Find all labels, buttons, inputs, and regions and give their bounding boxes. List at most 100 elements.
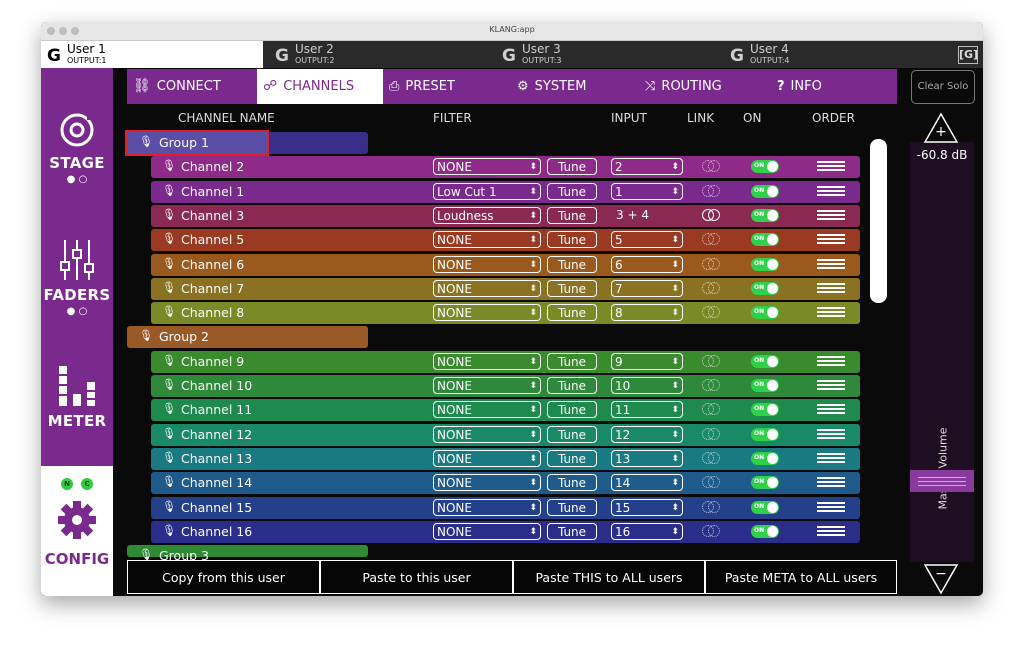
filter-select[interactable]: NONE ⬍ (433, 377, 541, 394)
tune-button[interactable]: Tune (547, 523, 597, 540)
sidebar-item-config[interactable]: N C CONFIG (41, 466, 113, 596)
input-select[interactable]: 16 ⬍ (611, 523, 683, 540)
filter-select[interactable]: NONE ⬍ (433, 450, 541, 467)
channel-row[interactable]: 🎙 Channel 6 NONE ⬍ Tune 6 ⬍ ON (151, 254, 860, 276)
link-toggle[interactable] (702, 209, 720, 223)
on-toggle[interactable]: ON (751, 306, 779, 319)
on-toggle[interactable]: ON (751, 452, 779, 465)
input-select[interactable]: 6 ⬍ (611, 256, 683, 273)
tune-button[interactable]: Tune (547, 304, 597, 321)
drag-handle-icon[interactable] (817, 259, 845, 271)
on-toggle[interactable]: ON (751, 428, 779, 441)
group-row[interactable]: 🎙 Group 1 (125, 130, 368, 156)
channel-row[interactable]: 🎙 Channel 8 NONE ⬍ Tune 8 ⬍ ON (151, 302, 860, 324)
tune-button[interactable]: Tune (547, 353, 597, 370)
tune-button[interactable]: Tune (547, 183, 597, 200)
on-toggle[interactable]: ON (751, 379, 779, 392)
drag-handle-icon[interactable] (817, 307, 845, 319)
drag-handle-icon[interactable] (817, 186, 845, 198)
link-toggle[interactable] (702, 525, 720, 539)
filter-select[interactable]: NONE ⬍ (433, 474, 541, 491)
tab-preset[interactable]: ⎙ PRESET (389, 69, 499, 104)
channel-row[interactable]: 🎙 Channel 11 NONE ⬍ Tune 11 ⬍ ON (151, 399, 860, 421)
tune-button[interactable]: Tune (547, 377, 597, 394)
drag-handle-icon[interactable] (817, 210, 845, 222)
on-toggle[interactable]: ON (751, 209, 779, 222)
tune-button[interactable]: Tune (547, 426, 597, 443)
filter-select[interactable]: NONE ⬍ (433, 158, 541, 175)
filter-select[interactable]: Low Cut 1 ⬍ (433, 183, 541, 200)
on-toggle[interactable]: ON (751, 501, 779, 514)
filter-select[interactable]: NONE ⬍ (433, 523, 541, 540)
link-toggle[interactable] (702, 403, 720, 417)
sidebar-item-faders[interactable]: FADERS ● ○ (41, 238, 113, 317)
drag-handle-icon[interactable] (817, 453, 845, 465)
link-toggle[interactable] (702, 476, 720, 490)
link-toggle[interactable] (702, 379, 720, 393)
tune-button[interactable]: Tune (547, 207, 597, 224)
tab-info[interactable]: ? INFO (777, 69, 857, 104)
tune-button[interactable]: Tune (547, 499, 597, 516)
on-toggle[interactable]: ON (751, 282, 779, 295)
tune-button[interactable]: Tune (547, 231, 597, 248)
tab-system[interactable]: ⚙ SYSTEM (517, 69, 627, 104)
filter-select[interactable]: NONE ⬍ (433, 401, 541, 418)
input-select[interactable]: 13 ⬍ (611, 450, 683, 467)
link-toggle[interactable] (702, 355, 720, 369)
tune-button[interactable]: Tune (547, 158, 597, 175)
tab-channels[interactable]: ☍ CHANNELS (257, 69, 383, 104)
tab-routing[interactable]: ⤨ ROUTING (645, 69, 765, 104)
tab-connect[interactable]: ⛓ CONNECT (133, 69, 251, 104)
tab-user-3[interactable]: G User 3 OUTPUT:3 (496, 41, 716, 68)
link-toggle[interactable] (702, 185, 720, 199)
filter-select[interactable]: NONE ⬍ (433, 256, 541, 273)
link-toggle[interactable] (702, 452, 720, 466)
tab-user-1[interactable]: G User 1 OUTPUT:1 (41, 41, 263, 68)
channel-row[interactable]: 🎙 Channel 16 NONE ⬍ Tune 16 ⬍ ON (151, 521, 860, 543)
on-toggle[interactable]: ON (751, 403, 779, 416)
channel-row[interactable]: 🎙 Channel 9 NONE ⬍ Tune 9 ⬍ ON (151, 351, 860, 373)
tune-button[interactable]: Tune (547, 280, 597, 297)
drag-handle-icon[interactable] (817, 477, 845, 489)
drag-handle-icon[interactable] (817, 404, 845, 416)
paste-this-all-button[interactable]: Paste THIS to ALL users (513, 560, 705, 594)
volume-down-button[interactable]: − (922, 562, 960, 596)
input-select[interactable]: 15 ⬍ (611, 499, 683, 516)
copy-from-user-button[interactable]: Copy from this user (127, 560, 320, 594)
on-toggle[interactable]: ON (751, 233, 779, 246)
input-select[interactable]: 11 ⬍ (611, 401, 683, 418)
tab-user-2[interactable]: G User 2 OUTPUT:2 (269, 41, 489, 68)
tune-button[interactable]: Tune (547, 450, 597, 467)
input-select[interactable]: 12 ⬍ (611, 426, 683, 443)
paste-to-user-button[interactable]: Paste to this user (320, 560, 513, 594)
input-select[interactable]: 10 ⬍ (611, 377, 683, 394)
tune-button[interactable]: Tune (547, 256, 597, 273)
filter-select[interactable]: NONE ⬍ (433, 426, 541, 443)
drag-handle-icon[interactable] (817, 380, 845, 392)
on-toggle[interactable]: ON (751, 160, 779, 173)
on-toggle[interactable]: ON (751, 476, 779, 489)
on-toggle[interactable]: ON (751, 185, 779, 198)
filter-select[interactable]: NONE ⬍ (433, 499, 541, 516)
tune-button[interactable]: Tune (547, 474, 597, 491)
drag-handle-icon[interactable] (817, 234, 845, 246)
input-select[interactable]: 14 ⬍ (611, 474, 683, 491)
filter-select[interactable]: Loudness ⬍ (433, 207, 541, 224)
scrollbar[interactable] (870, 139, 887, 303)
link-toggle[interactable] (702, 282, 720, 296)
input-select[interactable]: 8 ⬍ (611, 304, 683, 321)
tab-user-4[interactable]: G User 4 OUTPUT:4 (724, 41, 924, 68)
channel-row[interactable]: 🎙 Channel 15 NONE ⬍ Tune 15 ⬍ ON (151, 497, 860, 519)
filter-select[interactable]: NONE ⬍ (433, 280, 541, 297)
channel-row[interactable]: 🎙 Channel 12 NONE ⬍ Tune 12 ⬍ ON (151, 424, 860, 446)
volume-up-button[interactable]: + (922, 111, 960, 145)
link-toggle[interactable] (702, 258, 720, 272)
input-select[interactable]: 7 ⬍ (611, 280, 683, 297)
channel-row[interactable]: 🎙 Channel 13 NONE ⬍ Tune 13 ⬍ ON (151, 448, 860, 470)
input-select[interactable]: 5 ⬍ (611, 231, 683, 248)
paste-meta-all-button[interactable]: Paste META to ALL users (705, 560, 897, 594)
drag-handle-icon[interactable] (817, 526, 845, 538)
drag-handle-icon[interactable] (817, 283, 845, 295)
input-select[interactable]: 2 ⬍ (611, 158, 683, 175)
link-toggle[interactable] (702, 501, 720, 515)
